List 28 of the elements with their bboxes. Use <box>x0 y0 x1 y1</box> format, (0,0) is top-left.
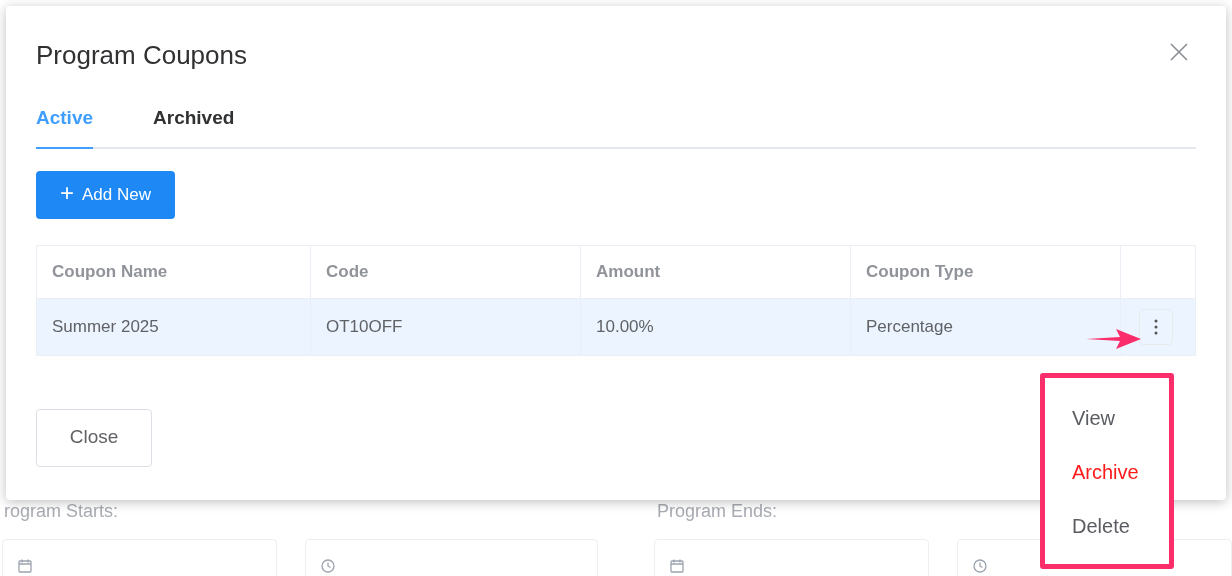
close-button[interactable]: Close <box>36 408 152 467</box>
date-field[interactable] <box>654 539 930 576</box>
table-row[interactable]: Summer 2025 OT10OFF 10.00% Percentage <box>37 298 1195 355</box>
menu-item[interactable]: View <box>1072 406 1169 430</box>
column-header: Coupon Type <box>851 245 1121 298</box>
calendar-icon <box>17 558 33 574</box>
column-header: Coupon Name <box>37 245 311 298</box>
column-header: Code <box>311 245 581 298</box>
date-field[interactable] <box>2 539 277 576</box>
table-cell-text: Percentage <box>866 315 953 338</box>
close-icon[interactable] <box>1169 42 1189 62</box>
form-label: rogram Starts: <box>4 500 120 523</box>
table-cell-text: Summer 2025 <box>52 315 159 338</box>
clock-icon <box>319 558 336 574</box>
date-field[interactable] <box>304 539 599 576</box>
more-vertical-icon <box>1154 318 1158 335</box>
table-cell-text: 10.00% <box>596 315 654 338</box>
menu-item[interactable]: Delete <box>1072 514 1169 538</box>
tab[interactable]: Archived <box>153 104 235 149</box>
add-new-button[interactable]: + Add New <box>36 170 175 219</box>
more-options-button[interactable] <box>1139 308 1173 345</box>
dialog-title: Program Coupons <box>36 40 247 70</box>
form-label: Program Ends: <box>657 500 778 523</box>
calendar-icon <box>669 558 686 574</box>
menu-item[interactable]: Archive <box>1072 460 1169 484</box>
clock-icon <box>972 558 989 574</box>
table-cell-text: OT10OFF <box>326 315 403 338</box>
column-header: Amount <box>581 245 851 298</box>
